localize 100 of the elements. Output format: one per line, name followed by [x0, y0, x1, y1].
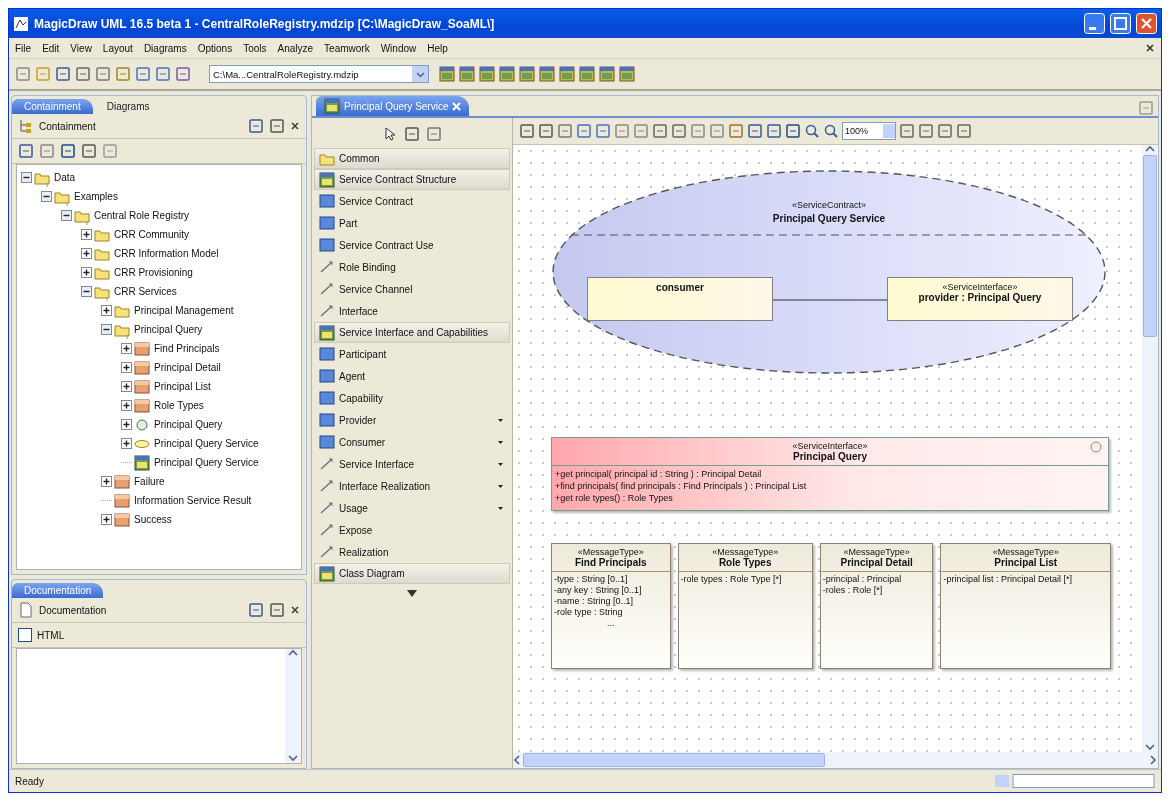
- html-checkbox[interactable]: [18, 628, 32, 642]
- toolbar-icon[interactable]: [75, 66, 91, 82]
- caret-down-icon[interactable]: [407, 590, 417, 597]
- toolbar-icon[interactable]: [81, 143, 97, 159]
- diagram-icon[interactable]: [479, 66, 495, 82]
- tree-item[interactable]: Principal Query Service: [152, 457, 259, 468]
- toolbar-icon[interactable]: [614, 123, 630, 139]
- scrollbar[interactable]: [285, 649, 301, 763]
- palette-item[interactable]: Interface Realization: [314, 475, 510, 497]
- tree-item[interactable]: Data: [52, 172, 76, 183]
- toolbar-icon[interactable]: [269, 602, 285, 618]
- tree-item[interactable]: Principal Query: [152, 419, 223, 430]
- tree-item[interactable]: Information Service Result: [132, 495, 252, 506]
- submenu-icon[interactable]: [498, 417, 503, 423]
- expand-icon[interactable]: [101, 305, 112, 316]
- toolbar-icon[interactable]: [102, 143, 118, 159]
- expand-icon[interactable]: [121, 400, 132, 411]
- toolbar-icon[interactable]: [39, 143, 55, 159]
- collapse-icon[interactable]: [81, 286, 92, 297]
- tree-item[interactable]: Success: [132, 514, 172, 525]
- menu-item[interactable]: Help: [427, 42, 448, 54]
- tree-item[interactable]: Principal Management: [132, 305, 234, 316]
- scrollbar[interactable]: [513, 752, 1158, 768]
- palette-item[interactable]: Interface: [314, 300, 510, 322]
- message-type-class[interactable]: «MessageType» Role Types -role types : Role Type [*]: [677, 543, 813, 669]
- expand-icon[interactable]: [121, 381, 132, 392]
- palette-item[interactable]: Expose: [314, 519, 510, 541]
- toolbar-icon[interactable]: [595, 123, 611, 139]
- toolbar-icon[interactable]: [135, 66, 151, 82]
- palette-item[interactable]: Realization: [314, 541, 510, 563]
- palette-item[interactable]: Usage: [314, 497, 510, 519]
- toolbar-icon[interactable]: [248, 118, 264, 134]
- interface-class[interactable]: «ServiceInterface» Principal Query +get principal( principal id : String ) : Principal Detail +find principals( find principals : Find Principals ) : Principal List +get role types() : Role Types: [551, 437, 1109, 511]
- toolbar-icon[interactable]: [633, 123, 649, 139]
- tree-item[interactable]: CRR Information Model: [112, 248, 219, 259]
- menu-item[interactable]: Edit: [42, 42, 60, 54]
- toolbar-icon[interactable]: [18, 143, 34, 159]
- toolbar-icon[interactable]: [652, 123, 668, 139]
- tree-item[interactable]: Principal List: [152, 381, 211, 392]
- expand-icon[interactable]: [81, 267, 92, 278]
- toolbar-icon[interactable]: [175, 66, 191, 82]
- tree-item[interactable]: CRR Community: [112, 229, 189, 240]
- expand-icon[interactable]: [121, 362, 132, 373]
- scrollbar[interactable]: [1142, 145, 1158, 752]
- menu-item[interactable]: File: [15, 42, 32, 54]
- palette-group[interactable]: Service Contract Structure: [314, 169, 510, 190]
- toolbar-icon[interactable]: [155, 66, 171, 82]
- palette-item[interactable]: Participant: [314, 343, 510, 365]
- toolbar-icon[interactable]: [728, 123, 744, 139]
- collapse-icon[interactable]: [21, 172, 32, 183]
- menu-item[interactable]: Analyze: [277, 42, 314, 54]
- tree-item[interactable]: Failure: [132, 476, 165, 487]
- toolbar-icon[interactable]: [937, 123, 953, 139]
- tree-item[interactable]: Principal Query: [132, 324, 203, 335]
- zoom-in-icon[interactable]: [804, 123, 820, 139]
- submenu-icon[interactable]: [498, 461, 503, 467]
- toolbar-icon[interactable]: [248, 602, 264, 618]
- toolbar-icon[interactable]: [60, 143, 76, 159]
- menu-item[interactable]: Layout: [102, 42, 133, 54]
- diagram-icon[interactable]: [539, 66, 555, 82]
- maximize-button[interactable]: [1110, 13, 1131, 34]
- tree-item[interactable]: Role Types: [152, 400, 204, 411]
- toolbar-icon[interactable]: [899, 123, 915, 139]
- project-dropdown[interactable]: C:\Ma...CentralRoleRegistry.mdzip: [209, 65, 429, 83]
- palette-item[interactable]: Capability: [314, 387, 510, 409]
- menu-item[interactable]: Teamwork: [324, 42, 370, 54]
- palette-item[interactable]: Service Contract: [314, 190, 510, 212]
- palette-group[interactable]: Common: [314, 148, 510, 169]
- toolbar-icon[interactable]: [709, 123, 725, 139]
- tree-item[interactable]: Principal Query Service: [152, 438, 259, 449]
- collapse-icon[interactable]: [61, 210, 72, 221]
- toolbar-icon[interactable]: [690, 123, 706, 139]
- toolbar-icon[interactable]: [426, 126, 442, 142]
- menu-item[interactable]: Window: [380, 42, 417, 54]
- message-type-class[interactable]: «MessageType» Principal Detail -principal : Principal -roles : Role [*]: [819, 543, 934, 669]
- expand-icon[interactable]: [101, 476, 112, 487]
- diagram-icon[interactable]: [619, 66, 635, 82]
- menu-item[interactable]: Tools: [243, 42, 267, 54]
- expand-icon[interactable]: [81, 248, 92, 259]
- close-icon[interactable]: [1145, 43, 1155, 53]
- close-icon[interactable]: [290, 605, 300, 615]
- diagram-icon[interactable]: [559, 66, 575, 82]
- toolbar-icon[interactable]: [576, 123, 592, 139]
- scroll-left-icon[interactable]: [513, 755, 523, 765]
- diagram-icon[interactable]: [599, 66, 615, 82]
- palette-item[interactable]: Part: [314, 212, 510, 234]
- palette-item[interactable]: Role Binding: [314, 256, 510, 278]
- palette-item[interactable]: Service Interface: [314, 453, 510, 475]
- toolbar-icon[interactable]: [115, 66, 131, 82]
- scroll-down-icon[interactable]: [288, 753, 298, 763]
- submenu-icon[interactable]: [498, 505, 503, 511]
- palette-item[interactable]: Service Contract Use: [314, 234, 510, 256]
- toolbar-icon[interactable]: [95, 66, 111, 82]
- diagram-icon[interactable]: [439, 66, 455, 82]
- scroll-down-icon[interactable]: [1145, 742, 1155, 752]
- tree-item[interactable]: Central Role Registry: [92, 210, 190, 221]
- expand-icon[interactable]: [121, 438, 132, 449]
- toolbar-icon[interactable]: [785, 123, 801, 139]
- toolbar-icon[interactable]: [55, 66, 71, 82]
- pointer-icon[interactable]: [382, 126, 398, 142]
